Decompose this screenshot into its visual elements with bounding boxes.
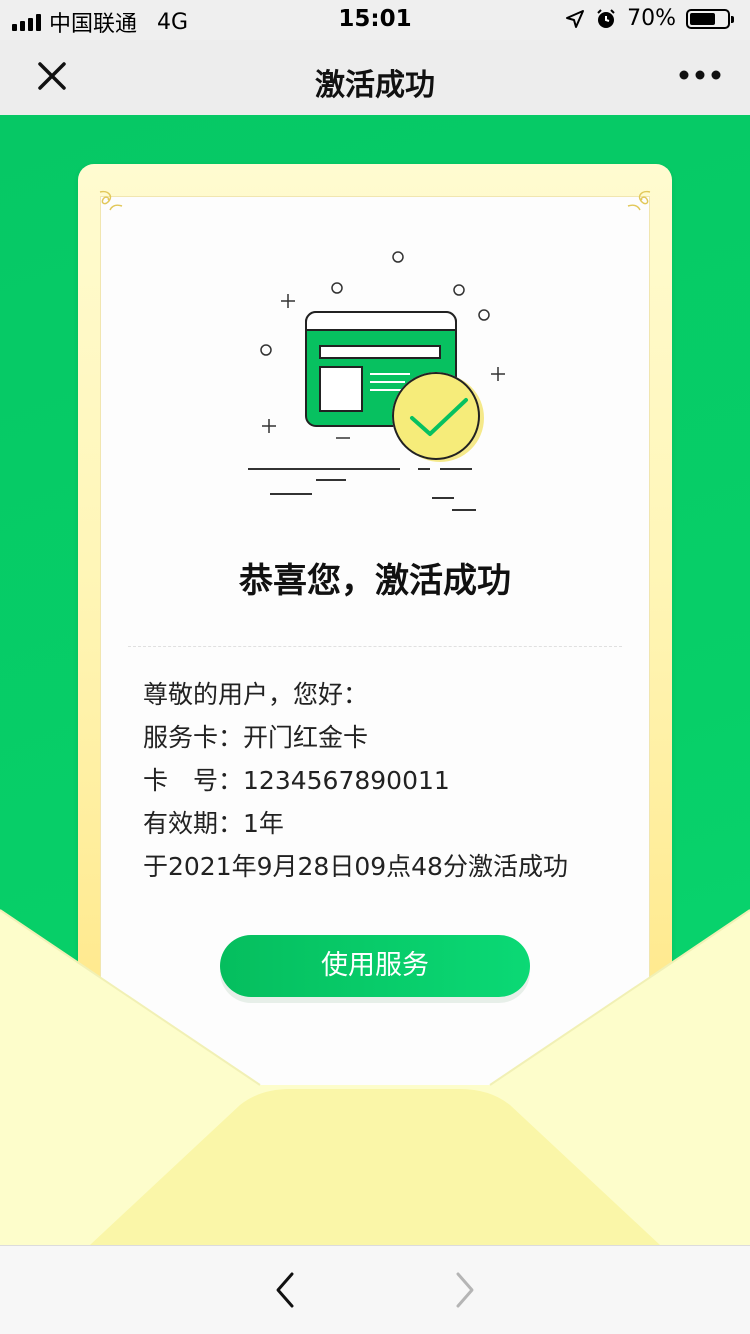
chevron-right-icon[interactable] bbox=[446, 1270, 482, 1310]
activation-time-text: 于2021年9月28日09点48分激活成功 bbox=[143, 852, 568, 881]
dashed-divider bbox=[128, 646, 622, 647]
activation-details: 尊敬的用户，您好： 服务卡：开门红金卡 卡 号：1234567890011 有效… bbox=[143, 676, 623, 891]
browser-toolbar bbox=[0, 1245, 750, 1334]
card-number-value: 1234567890011 bbox=[243, 766, 450, 795]
corner-ornament-icon bbox=[627, 190, 651, 211]
alarm-icon bbox=[597, 8, 615, 28]
more-icon[interactable] bbox=[678, 60, 722, 90]
battery-level bbox=[690, 12, 715, 25]
battery-percent: 70% bbox=[627, 6, 676, 31]
greeting-text: 尊敬的用户，您好： bbox=[143, 680, 369, 709]
validity-value: 1年 bbox=[243, 809, 284, 838]
card-number-row: 卡 号：1234567890011 bbox=[143, 762, 623, 805]
service-card-label: 服务卡： bbox=[143, 723, 244, 752]
service-card-row: 服务卡：开门红金卡 bbox=[143, 719, 623, 762]
envelope-front-flap bbox=[90, 1089, 660, 1245]
card-activated-illustration bbox=[248, 251, 505, 511]
corner-ornament-icon bbox=[99, 190, 123, 211]
use-service-button[interactable]: 使用服务 bbox=[220, 935, 530, 997]
status-bar: 中国联通 4G 15:01 70% bbox=[0, 0, 750, 40]
status-right: 70% bbox=[565, 6, 734, 31]
success-headline: 恭喜您，激活成功 bbox=[239, 561, 511, 601]
battery-icon bbox=[686, 8, 734, 29]
page-title: 激活成功 bbox=[315, 68, 435, 103]
validity-row: 有效期：1年 bbox=[143, 805, 623, 848]
location-arrow-icon bbox=[566, 9, 585, 28]
nav-bar: 激活成功 bbox=[0, 40, 750, 115]
service-card-value: 开门红金卡 bbox=[243, 723, 369, 752]
card-number-label: 卡 号： bbox=[143, 766, 244, 795]
chevron-left-icon[interactable] bbox=[268, 1270, 304, 1310]
validity-label: 有效期： bbox=[143, 809, 244, 838]
